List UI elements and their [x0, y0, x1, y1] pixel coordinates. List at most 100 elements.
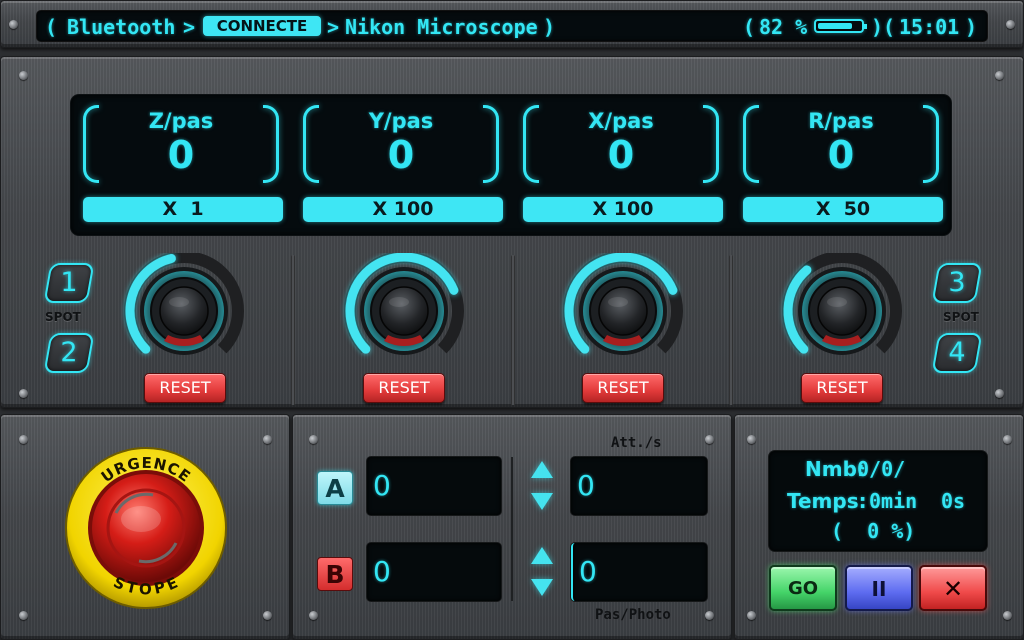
- bracket-open: (: [45, 15, 58, 39]
- screw: [9, 20, 18, 29]
- positions-panel: Att./s Pas/Photo A B 0 0 0 0: [292, 414, 732, 640]
- screw: [1006, 20, 1015, 29]
- screw: [309, 611, 318, 620]
- temps-label: Temps:: [787, 489, 867, 513]
- knob-y[interactable]: [339, 253, 469, 365]
- screw: [1003, 611, 1012, 620]
- axis-multiplier[interactable]: X 100: [303, 197, 503, 222]
- screw: [309, 435, 318, 444]
- bracket-open: (: [743, 15, 756, 39]
- divider: [511, 457, 513, 601]
- go-button[interactable]: GO: [769, 565, 837, 611]
- chevron-right-icon: >: [327, 15, 340, 39]
- att-per-second-field[interactable]: 0: [571, 457, 707, 515]
- stop-button[interactable]: ✕: [919, 565, 987, 611]
- att-per-second-label: Att./s: [611, 435, 662, 451]
- axis-value: 0: [167, 133, 195, 177]
- point-a-field[interactable]: 0: [367, 457, 501, 515]
- point-a-button[interactable]: A: [317, 471, 353, 505]
- control-panel: Nmb: 0/0/ Temps: 0min 0s ( 0 %) GO II ✕: [734, 414, 1024, 640]
- battery-icon: [814, 19, 867, 33]
- device-name: Nikon Microscope: [345, 15, 538, 39]
- screw: [747, 611, 756, 620]
- axis-label: Y/pas: [368, 109, 434, 133]
- axis-r-readout: R/pas 0 X 50: [731, 95, 951, 235]
- battery-percent: 82 %: [759, 15, 808, 39]
- knob-z[interactable]: [119, 253, 249, 365]
- spot-2-button[interactable]: 2: [43, 333, 95, 373]
- point-b-button[interactable]: B: [317, 557, 353, 591]
- screw: [747, 435, 756, 444]
- axis-value: 0: [607, 133, 635, 177]
- screw: [263, 435, 272, 444]
- axis-value: 0: [387, 133, 415, 177]
- pause-button[interactable]: II: [845, 565, 913, 611]
- connection-status-badge: CONNECTE: [203, 16, 321, 36]
- knob-dial-icon: [782, 253, 902, 355]
- axis-x-readout: X/pas 0 X 100: [511, 95, 731, 235]
- clock: 15:01: [899, 15, 960, 39]
- spot-number: 3: [948, 267, 966, 298]
- axis-z-readout: Z/pas 0 X 1: [71, 95, 291, 235]
- knob-dial-icon: [124, 253, 244, 355]
- pas-increase-arrow-icon[interactable]: [531, 547, 553, 564]
- spot-4-button[interactable]: 4: [931, 333, 983, 373]
- screw: [995, 71, 1004, 80]
- screw: [705, 435, 714, 444]
- att-increase-arrow-icon[interactable]: [531, 461, 553, 478]
- divider: [729, 255, 733, 405]
- axis-value: 0: [827, 133, 855, 177]
- bracket-open: (: [883, 15, 896, 39]
- nmb-value: 0/0/: [857, 457, 906, 481]
- nmb-label: Nmb:: [805, 457, 865, 481]
- knob-dial-icon: [344, 253, 464, 355]
- reset-y-button[interactable]: RESET: [363, 373, 445, 403]
- reset-z-button[interactable]: RESET: [144, 373, 226, 403]
- axes-panel: Z/pas 0 X 1 Y/pas 0 X 100 X/pas 0 X 100 …: [0, 56, 1024, 408]
- bluetooth-label: Bluetooth: [67, 15, 176, 39]
- axis-multiplier[interactable]: X 1: [83, 197, 283, 222]
- spot-number: 1: [60, 267, 78, 298]
- reset-r-button[interactable]: RESET: [801, 373, 883, 403]
- spot-number: 2: [60, 337, 78, 368]
- emergency-panel: URGENCE STOPE: [0, 414, 290, 640]
- axis-y-readout: Y/pas 0 X 100: [291, 95, 511, 235]
- bracket-close: ): [871, 15, 884, 39]
- screw: [263, 611, 272, 620]
- spot-number: 4: [948, 337, 966, 368]
- axes-display: Z/pas 0 X 1 Y/pas 0 X 100 X/pas 0 X 100 …: [71, 95, 951, 235]
- screw: [19, 611, 28, 620]
- screw: [19, 389, 28, 398]
- divider: [511, 255, 515, 405]
- axis-multiplier[interactable]: X 50: [743, 197, 943, 222]
- axis-multiplier[interactable]: X 100: [523, 197, 723, 222]
- divider: [291, 255, 295, 405]
- status-screen: ( Bluetooth > CONNECTE > Nikon Microscop…: [37, 11, 987, 41]
- spot-1-button[interactable]: 1: [43, 263, 95, 303]
- progress-display: Nmb: 0/0/ Temps: 0min 0s ( 0 %): [769, 451, 987, 551]
- spot-label: SPOT: [45, 310, 81, 324]
- screw: [19, 435, 28, 444]
- pas-photo-label: Pas/Photo: [595, 607, 671, 623]
- pas-decrease-arrow-icon[interactable]: [531, 579, 553, 596]
- bracket-close: ): [965, 15, 978, 39]
- progress-percent: ( 0 %): [831, 519, 916, 543]
- status-bar: ( Bluetooth > CONNECTE > Nikon Microscop…: [0, 0, 1024, 48]
- temps-min: 0min: [869, 489, 918, 513]
- spot-label: SPOT: [943, 310, 979, 324]
- axis-label: R/pas: [808, 109, 874, 133]
- screw: [1003, 435, 1012, 444]
- knob-dial-icon: [563, 253, 683, 355]
- chevron-right-icon: >: [183, 15, 196, 39]
- screw: [995, 389, 1004, 398]
- pas-photo-field[interactable]: 0: [571, 543, 707, 601]
- emergency-stop-button[interactable]: URGENCE STOPE: [61, 443, 231, 613]
- point-b-field[interactable]: 0: [367, 543, 501, 601]
- knob-x[interactable]: [558, 253, 688, 365]
- knob-r[interactable]: [777, 253, 907, 365]
- bracket-close: ): [543, 15, 556, 39]
- reset-x-button[interactable]: RESET: [582, 373, 664, 403]
- screw: [705, 611, 714, 620]
- spot-3-button[interactable]: 3: [931, 263, 983, 303]
- att-decrease-arrow-icon[interactable]: [531, 493, 553, 510]
